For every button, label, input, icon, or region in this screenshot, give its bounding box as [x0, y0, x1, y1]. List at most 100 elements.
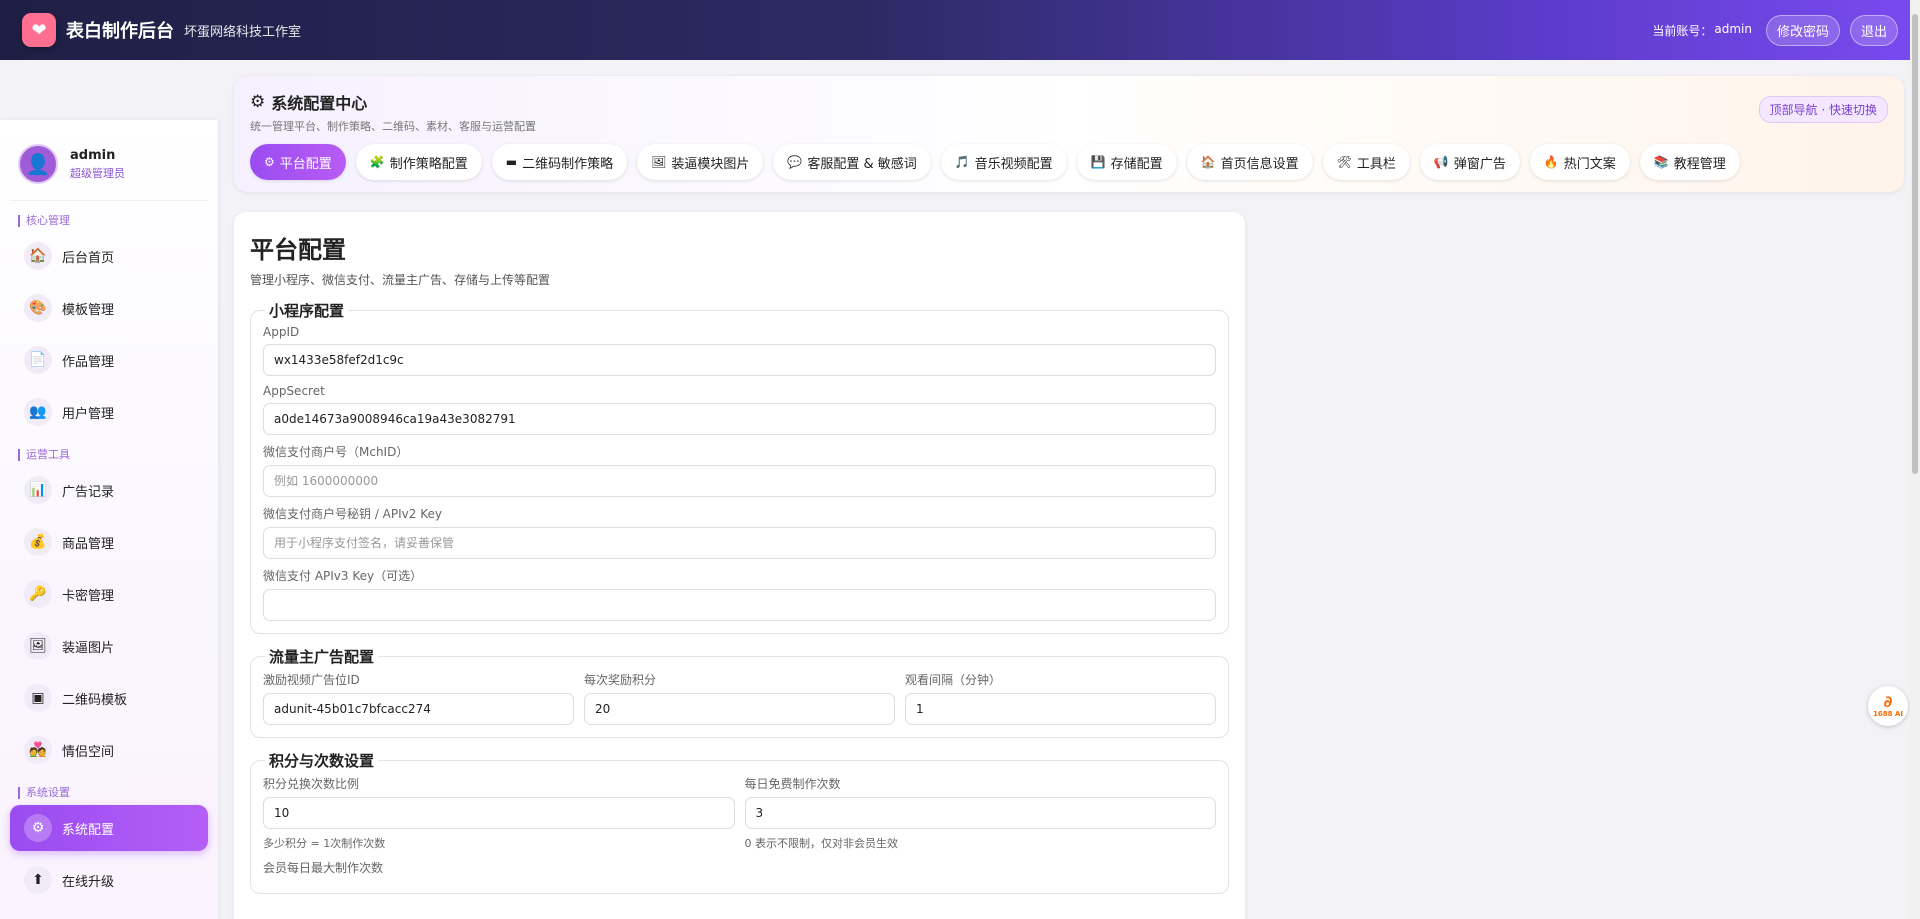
points-ratio-input[interactable] — [263, 797, 735, 829]
sidebar-item-upgrade[interactable]: ⬆ 在线升级 — [10, 857, 208, 903]
profile-name: admin — [70, 147, 116, 163]
section-system: 系统设置 — [18, 787, 208, 799]
user-profile: 👤 admin 超级管理员 — [10, 144, 208, 201]
tab-qr-strategy[interactable]: ▬ 二维码制作策略 — [491, 144, 628, 180]
sidebar-item-ad-records[interactable]: 📊 广告记录 — [10, 467, 208, 513]
apiv3-key-input[interactable] — [263, 589, 1216, 621]
field-label: 激励视频广告位ID — [263, 673, 360, 687]
panel-title: 平台配置 — [250, 236, 346, 264]
sidebar-item-dashboard[interactable]: 🏠 后台首页 — [10, 233, 208, 279]
document-icon: 📄 — [24, 346, 52, 374]
apiv2-key-input[interactable] — [263, 527, 1216, 559]
profile-role: 超级管理员 — [70, 166, 125, 180]
watch-interval-input[interactable] — [905, 693, 1216, 725]
gear-icon: ⚙ — [24, 814, 52, 842]
miniapp-config-section: 小程序配置 AppID AppSecret 微信支付商户号（MchID） 微信支… — [250, 300, 1229, 634]
ads-config-section: 流量主广告配置 激励视频广告位ID 每次奖励积分 观看间隔（分钟） — [250, 646, 1229, 738]
panel-subtitle: 管理小程序、微信支付、流量主广告、存储与上传等配置 — [250, 273, 551, 287]
appsecret-input[interactable] — [263, 403, 1216, 435]
key-icon: 🔑 — [24, 580, 52, 608]
section-operations: 运营工具 — [18, 449, 208, 461]
palette-icon: 🎨 — [24, 294, 52, 322]
sidebar-item-users[interactable]: 👥 用户管理 — [10, 389, 208, 435]
ai-logo-icon: ∂ — [1883, 692, 1893, 711]
sidebar-item-system-config[interactable]: ⚙ 系统配置 — [10, 805, 208, 851]
field-label: 积分兑换次数比例 — [263, 777, 360, 791]
tab-toolbar[interactable]: 🛠 工具栏 — [1322, 144, 1410, 180]
home-icon: 🏠 — [24, 242, 52, 270]
field-label: 会员每日最大制作次数 — [263, 861, 384, 875]
scrollbar-thumb[interactable] — [1912, 14, 1918, 474]
tab-tutorials[interactable]: 📚 教程管理 — [1639, 144, 1740, 180]
puzzle-icon: 🧩 — [369, 155, 385, 169]
field-label: 微信支付商户号秘钥 / APIv2 Key — [263, 507, 442, 521]
users-icon: 👥 — [24, 398, 52, 426]
ai-assistant-widget[interactable]: ∂ 1688 AI — [1868, 686, 1908, 726]
tab-platform-config[interactable]: ⚙ 平台配置 — [250, 144, 346, 180]
sidebar-item-couple-space[interactable]: 💑 情侣空间 — [10, 727, 208, 773]
tab-music-video[interactable]: 🎵 音乐视频配置 — [940, 144, 1067, 180]
ad-unit-id-input[interactable] — [263, 693, 574, 725]
field-label: 观看间隔（分钟） — [905, 673, 1002, 687]
tab-home-info[interactable]: 🏠 首页信息设置 — [1186, 144, 1313, 180]
sidebar-item-card-keys[interactable]: 🔑 卡密管理 — [10, 571, 208, 617]
field-label: 微信支付商户号（MchID） — [263, 445, 409, 459]
config-center: ⚙ 系统配置中心 统一管理平台、制作策略、二维码、素材、客服与运营配置 顶部导航… — [234, 76, 1904, 192]
section-legend: 小程序配置 — [269, 302, 345, 320]
sidebar-item-works[interactable]: 📄 作品管理 — [10, 337, 208, 383]
appid-input[interactable] — [263, 344, 1216, 376]
sidebar: 👤 admin 超级管理员 核心管理 🏠 后台首页 🎨 模板管理 📄 作品管理 👥 用户… — [0, 120, 218, 919]
field-label: 微信支付 APIv3 Key（可选） — [263, 569, 423, 583]
avatar: 👤 — [18, 144, 58, 184]
qr-icon: ▬ — [505, 155, 518, 169]
config-center-title: ⚙ 系统配置中心 — [250, 92, 368, 113]
quick-switch-badge: 顶部导航 · 快速切换 — [1758, 96, 1888, 123]
image-icon: 🖼 — [651, 155, 667, 169]
chart-icon: 📊 — [24, 476, 52, 504]
megaphone-icon: 📢 — [1433, 155, 1449, 169]
music-icon: 🎵 — [954, 155, 970, 169]
floppy-icon: 💾 — [1090, 155, 1106, 169]
gear-icon: ⚙ — [250, 92, 266, 112]
section-core: 核心管理 — [18, 215, 208, 227]
field-hint: 0 表示不限制，仅对非会员生效 — [744, 837, 899, 850]
points-config-section: 积分与次数设置 积分兑换次数比例 多少积分 = 1次制作次数 每日免费制作次数 … — [250, 750, 1229, 894]
account-name: admin — [1714, 21, 1752, 36]
sidebar-item-qr-templates[interactable]: ▣ 二维码模板 — [10, 675, 208, 721]
top-bar: ❤ 表白制作后台 坏蛋网络科技工作室 当前账号： admin 修改密码 退出 — [0, 0, 1920, 60]
reward-points-input[interactable] — [584, 693, 895, 725]
gear-icon: ⚙ — [264, 155, 275, 169]
home-icon: 🏠 — [1200, 155, 1216, 169]
daily-free-input[interactable] — [744, 797, 1216, 829]
field-label: 每日免费制作次数 — [744, 777, 841, 791]
tab-strategy-config[interactable]: 🧩 制作策略配置 — [355, 144, 482, 180]
brand-subtitle: 坏蛋网络科技工作室 — [184, 24, 302, 40]
sidebar-item-templates[interactable]: 🎨 模板管理 — [10, 285, 208, 331]
tab-customer-service[interactable]: 💬 客服配置 & 敏感词 — [773, 144, 931, 180]
tab-popup-ads[interactable]: 📢 弹窗广告 — [1419, 144, 1520, 180]
config-center-subtitle: 统一管理平台、制作策略、二维码、素材、客服与运营配置 — [250, 120, 536, 133]
tab-module-images[interactable]: 🖼 装逼模块图片 — [637, 144, 764, 180]
tab-storage[interactable]: 💾 存储配置 — [1076, 144, 1177, 180]
section-legend: 积分与次数设置 — [269, 752, 375, 770]
logout-button[interactable]: 退出 — [1849, 14, 1898, 46]
upgrade-icon: ⬆ — [24, 866, 52, 894]
tools-icon: 🛠 — [1336, 155, 1352, 169]
sidebar-item-products[interactable]: 💰 商品管理 — [10, 519, 208, 565]
tab-hot-copy[interactable]: 🔥 热门文案 — [1529, 144, 1630, 180]
field-label: AppSecret — [263, 384, 325, 398]
current-account: 当前账号： admin — [1652, 21, 1752, 38]
change-password-button[interactable]: 修改密码 — [1765, 14, 1840, 46]
brand-title: 表白制作后台 — [66, 21, 174, 42]
field-hint: 多少积分 = 1次制作次数 — [263, 837, 386, 850]
sidebar-item-images[interactable]: 🖼 装逼图片 — [10, 623, 208, 669]
image-icon: 🖼 — [24, 632, 52, 660]
money-bag-icon: 💰 — [24, 528, 52, 556]
books-icon: 📚 — [1653, 155, 1669, 169]
config-tabs: ⚙ 平台配置 🧩 制作策略配置 ▬ 二维码制作策略 🖼 装逼模块图片 💬 客服配置 & 敏… — [250, 144, 1888, 180]
fire-icon: 🔥 — [1543, 155, 1559, 169]
mchid-input[interactable] — [263, 465, 1216, 497]
page-scrollbar[interactable] — [1910, 0, 1920, 919]
field-label: AppID — [263, 325, 300, 339]
heart-icon: ❤ — [22, 13, 56, 47]
